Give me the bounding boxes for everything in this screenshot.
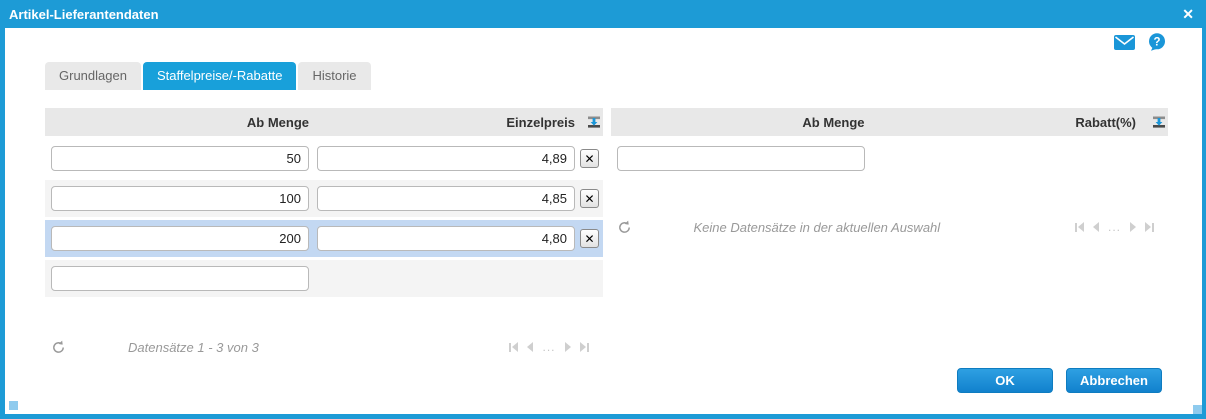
mail-icon[interactable] — [1114, 34, 1135, 50]
refresh-icon[interactable] — [617, 220, 632, 235]
einzelpreis-input[interactable] — [317, 146, 575, 171]
first-page-icon[interactable] — [509, 342, 519, 352]
column-header-ab-menge: Ab Menge — [246, 114, 309, 130]
column-header-einzelpreis: Einzelpreis — [506, 114, 575, 130]
pager: ... — [1066, 220, 1154, 234]
insert-row-icon[interactable] — [587, 115, 601, 129]
resize-handle-right[interactable] — [1193, 405, 1202, 414]
column-header-rabatt: Rabatt(%) — [1075, 114, 1136, 130]
delete-row-button[interactable]: ✕ — [580, 189, 599, 208]
tab-staffelpreise-rabatte[interactable]: Staffelpreise/-Rabatte — [142, 62, 297, 90]
table-row[interactable]: ✕ — [45, 180, 603, 217]
rabatte-table-header: Ab Menge Rabatt(%) — [610, 108, 1168, 136]
resize-handle-left[interactable] — [9, 401, 18, 410]
delete-row-button[interactable]: ✕ — [580, 149, 599, 168]
staffelpreise-pagination-bar: Datensätze 1 - 3 von 3 ... — [45, 337, 603, 357]
dialog-titlebar[interactable]: Artikel-Lieferantendaten ✕ — [0, 0, 1206, 28]
last-page-icon[interactable] — [1145, 222, 1154, 232]
dialog-body: ? Grundlagen Staffelpreise/-Rabatte Hist… — [5, 28, 1202, 414]
ab-menge-input[interactable] — [51, 186, 309, 211]
column-header-ab-menge: Ab Menge — [802, 114, 865, 130]
artikel-lieferantendaten-dialog: Artikel-Lieferantendaten ✕ ? Grundlagen … — [0, 0, 1206, 419]
new-row — [45, 260, 603, 297]
page-ellipsis: ... — [1107, 220, 1121, 234]
rabatte-pagination-bar: Keine Datensätze in der aktuellen Auswah… — [611, 217, 1169, 237]
table-row[interactable]: ✕ — [45, 220, 603, 257]
prev-page-icon[interactable] — [1092, 222, 1099, 232]
refresh-icon[interactable] — [51, 340, 66, 355]
staffelpreise-table-body: ✕ ✕ ✕ — [45, 140, 603, 257]
ab-menge-input[interactable] — [51, 226, 309, 251]
rabatte-panel: Ab Menge Rabatt(%) Keine Datensätze in d… — [610, 108, 1169, 357]
last-page-icon[interactable] — [579, 342, 589, 352]
ab-menge-input[interactable] — [51, 146, 309, 171]
new-row — [611, 140, 1169, 177]
table-row[interactable]: ✕ — [45, 140, 603, 177]
staffelpreise-panel: Ab Menge Einzelpreis ✕ ✕ ✕ — [45, 108, 603, 357]
einzelpreis-input[interactable] — [317, 186, 575, 211]
prev-page-icon[interactable] — [527, 342, 534, 352]
dialog-footer: OK Abbrechen — [957, 368, 1162, 393]
tab-bar: Grundlagen Staffelpreise/-Rabatte Histor… — [45, 62, 371, 90]
ok-button[interactable]: OK — [957, 368, 1053, 393]
tab-historie[interactable]: Historie — [298, 62, 371, 90]
empty-selection-status: Keine Datensätze in der aktuellen Auswah… — [693, 219, 941, 235]
next-page-icon[interactable] — [564, 342, 571, 352]
page-ellipsis: ... — [542, 340, 556, 354]
new-ab-menge-input[interactable] — [51, 266, 309, 291]
next-page-icon[interactable] — [1130, 222, 1136, 232]
tab-grundlagen[interactable]: Grundlagen — [45, 62, 141, 90]
pager: ... — [500, 340, 589, 354]
insert-row-icon[interactable] — [1152, 115, 1166, 129]
cancel-button[interactable]: Abbrechen — [1066, 368, 1162, 393]
delete-row-button[interactable]: ✕ — [580, 229, 599, 248]
help-icon[interactable]: ? — [1148, 33, 1166, 51]
einzelpreis-input[interactable] — [317, 226, 575, 251]
close-icon[interactable]: ✕ — [1182, 7, 1194, 21]
first-page-icon[interactable] — [1074, 222, 1084, 232]
dialog-title: Artikel-Lieferantendaten — [9, 6, 159, 22]
record-count-status: Datensätze 1 - 3 von 3 — [128, 339, 259, 355]
new-ab-menge-input[interactable] — [616, 146, 865, 171]
help-glyph: ? — [1153, 36, 1160, 48]
staffelpreise-table-header: Ab Menge Einzelpreis — [45, 108, 603, 136]
